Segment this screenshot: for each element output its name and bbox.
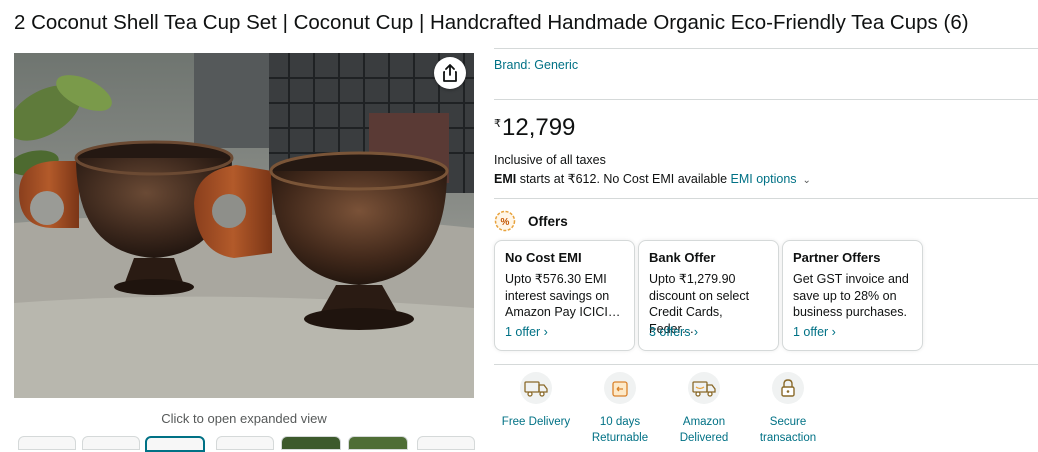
thumbnail-strip [14, 436, 475, 452]
taxes-note: Inclusive of all taxes [494, 153, 606, 167]
offer-card-link[interactable]: 3 offers › [649, 325, 698, 339]
offer-card-title: Bank Offer [649, 250, 716, 265]
return-box-icon [604, 372, 636, 404]
thumbnail[interactable] [82, 436, 140, 450]
thumbnail[interactable] [18, 436, 76, 450]
price-symbol: ₹ [494, 118, 501, 130]
feature-secure-transaction[interactable]: Secure transaction [746, 372, 830, 446]
price: ₹ 12,799 [494, 114, 575, 142]
offer-card-link[interactable]: 1 offer › [505, 325, 548, 339]
feature-returnable[interactable]: 10 days Returnable [578, 372, 662, 446]
svg-text:%: % [501, 217, 510, 228]
emi-line: EMI starts at ₹612. No Cost EMI availabl… [494, 171, 811, 186]
offer-tag-icon: % [494, 210, 516, 232]
product-image[interactable] [14, 53, 474, 398]
feature-label: 10 days Returnable [591, 416, 649, 444]
emi-options-link[interactable]: EMI options [731, 172, 797, 186]
feature-amazon-delivered[interactable]: Amazon Delivered [662, 372, 746, 446]
offer-card-title: Partner Offers [793, 250, 881, 265]
feature-label: Free Delivery [501, 416, 571, 428]
offer-card-bank-offer[interactable]: Bank Offer Upto ₹1,279.90 discount on se… [638, 240, 779, 351]
offer-card-body: Get GST invoice and save up to 28% on bu… [793, 272, 909, 319]
offer-card-partner-offers[interactable]: Partner Offers Get GST invoice and save … [782, 240, 923, 351]
offer-card-title: No Cost EMI [505, 250, 582, 265]
expand-caption[interactable]: Click to open expanded view [14, 411, 474, 426]
offer-card-body: Upto ₹576.30 EMI interest savings on Ama… [505, 272, 621, 319]
price-whole: 12,799 [502, 114, 576, 141]
chevron-down-icon[interactable]: ⌄ [803, 175, 811, 186]
feature-label: Amazon Delivered [679, 416, 729, 444]
feature-free-delivery[interactable]: Free Delivery [494, 372, 578, 430]
thumbnail[interactable] [348, 436, 408, 450]
thumbnail[interactable] [281, 436, 341, 450]
offer-card-no-cost-emi[interactable]: No Cost EMI Upto ₹576.30 EMI interest sa… [494, 240, 635, 351]
thumbnail[interactable] [216, 436, 274, 450]
divider [494, 48, 1038, 49]
offers-header: % Offers [494, 210, 568, 232]
feature-icons: Free Delivery 10 days Returnable Amazon … [494, 372, 854, 444]
thumbnail-active[interactable] [145, 436, 205, 452]
divider [494, 198, 1038, 199]
share-icon [443, 64, 457, 82]
brand-link[interactable]: Brand: Generic [494, 58, 578, 72]
thumbnail[interactable] [417, 436, 475, 450]
lock-icon [772, 372, 804, 404]
divider [494, 364, 1038, 365]
offer-card-link[interactable]: 1 offer › [793, 325, 836, 339]
amazon-truck-icon [688, 372, 720, 404]
feature-label: Secure transaction [759, 416, 817, 444]
product-info: Brand: Generic ₹ 12,799 Inclusive of all… [494, 0, 1038, 444]
divider [494, 99, 1038, 100]
emi-text: starts at ₹612. No Cost EMI available [516, 172, 731, 186]
offers-heading: Offers [528, 213, 568, 229]
delivery-truck-icon [520, 372, 552, 404]
share-button[interactable] [434, 57, 466, 89]
emi-label: EMI [494, 172, 517, 186]
